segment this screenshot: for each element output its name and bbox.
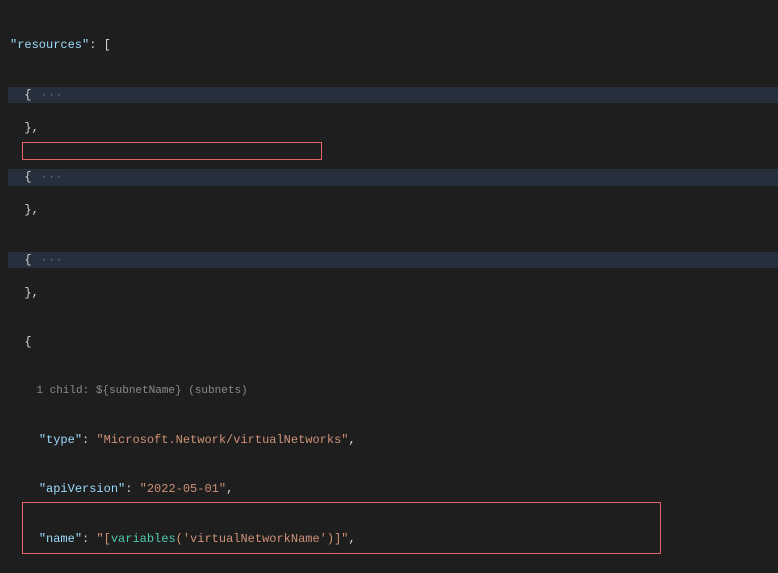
code-lens-text: 1 child: ${subnetName} (subnets) [36, 385, 247, 397]
punct: : [82, 433, 96, 447]
punct: } [24, 286, 31, 300]
code-lens[interactable]: 1 child: ${subnetName} (subnets) [8, 384, 778, 399]
json-key: "apiVersion" [39, 482, 125, 496]
punct: { [24, 335, 31, 349]
punct: { [24, 170, 31, 184]
punct: } [24, 121, 31, 135]
punct: [ [104, 38, 111, 52]
code-line[interactable]: { [8, 334, 778, 351]
code-line[interactable]: "name": "[variables('virtualNetworkName'… [8, 531, 778, 548]
expr-close: )]" [327, 532, 349, 546]
code-line[interactable]: "type": "Microsoft.Network/virtualNetwor… [8, 432, 778, 449]
punct: ( [176, 532, 183, 546]
punct: , [32, 203, 39, 217]
code-line[interactable]: }, [8, 202, 778, 219]
folded-region[interactable]: { ··· [8, 87, 778, 104]
fold-ellipsis-icon[interactable]: ··· [34, 169, 63, 186]
json-key: "resources" [10, 38, 89, 52]
punct: { [24, 88, 31, 102]
punct: , [349, 532, 356, 546]
highlight-annotation [22, 142, 322, 160]
fold-ellipsis-icon[interactable]: ··· [34, 87, 63, 104]
code-line[interactable]: "apiVersion": "2022-05-01", [8, 481, 778, 498]
punct: , [226, 482, 233, 496]
folded-region[interactable]: { ··· [8, 169, 778, 186]
punct: { [24, 253, 31, 267]
punct: : [82, 532, 96, 546]
punct: , [32, 121, 39, 135]
code-line[interactable]: }, [8, 285, 778, 302]
punct: } [24, 203, 31, 217]
json-string: 'virtualNetworkName' [183, 532, 327, 546]
fold-ellipsis-icon[interactable]: ··· [34, 252, 63, 269]
json-string: "Microsoft.Network/virtualNetworks" [96, 433, 348, 447]
json-key: "type" [39, 433, 82, 447]
punct: , [348, 433, 355, 447]
folded-region[interactable]: { ··· [8, 252, 778, 269]
punct: : [125, 482, 139, 496]
code-editor[interactable]: "resources": [ { ··· }, { ··· }, { ··· }… [0, 0, 778, 573]
code-line[interactable]: }, [8, 120, 778, 137]
expr-open: "[ [96, 532, 110, 546]
punct: , [32, 286, 39, 300]
punct: : [89, 38, 103, 52]
code-line[interactable]: "resources": [ [8, 37, 778, 54]
json-key: "name" [39, 532, 82, 546]
fn-name: variables [111, 532, 176, 546]
json-string: "2022-05-01" [140, 482, 226, 496]
